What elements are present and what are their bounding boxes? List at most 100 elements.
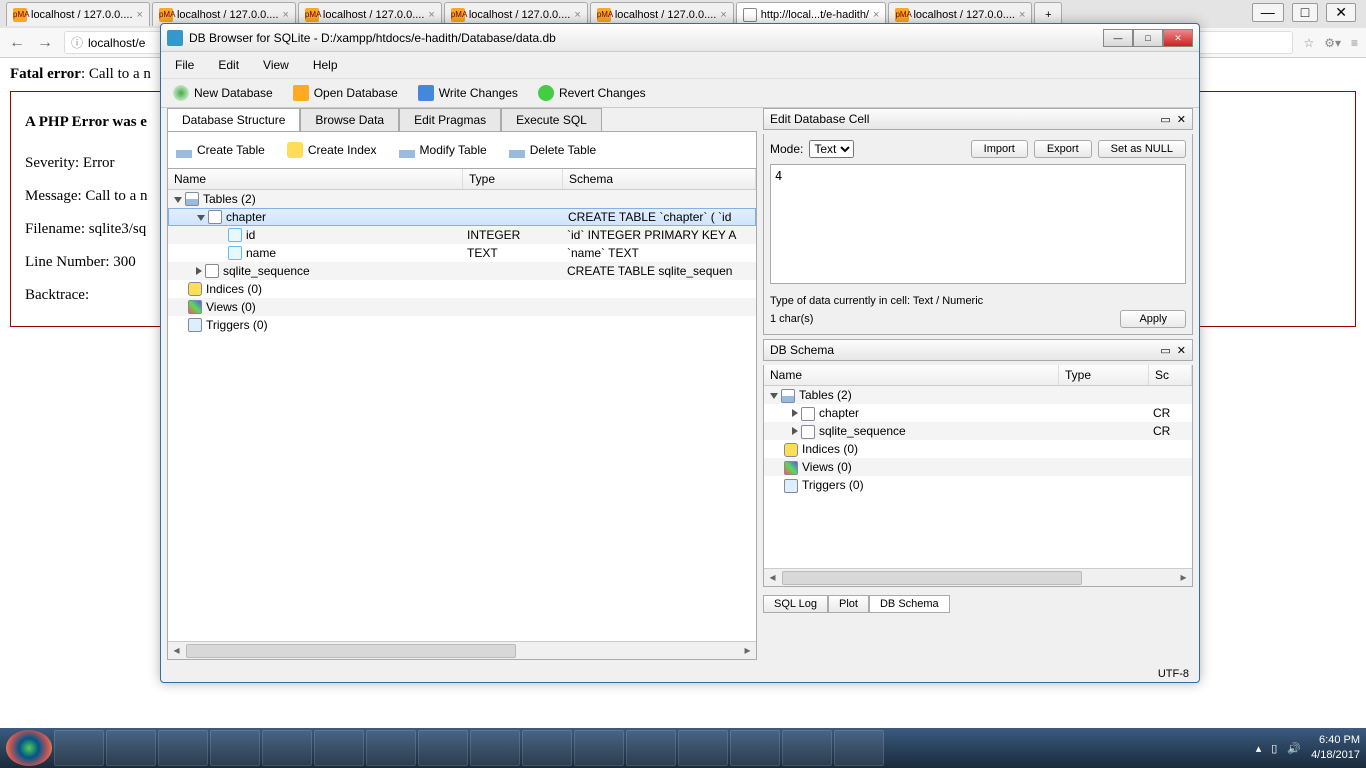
tab-db-schema[interactable]: DB Schema — [869, 595, 950, 613]
task-github[interactable] — [158, 730, 208, 766]
task-win[interactable] — [626, 730, 676, 766]
tray-network-icon[interactable]: ▯ — [1271, 742, 1277, 755]
revert-changes-button[interactable]: Revert Changes — [538, 85, 646, 101]
horizontal-scrollbar[interactable]: ◂ ▸ — [168, 641, 756, 659]
detach-icon[interactable]: ▭ — [1160, 344, 1170, 357]
task-mysql[interactable] — [470, 730, 520, 766]
schema-views[interactable]: Views (0) — [764, 458, 1192, 476]
tree-chapter[interactable]: chapter CREATE TABLE `chapter` ( `id — [168, 208, 756, 226]
new-database-button[interactable]: New Database — [173, 85, 273, 101]
tree-sqlite-sequence[interactable]: sqlite_sequence CREATE TABLE sqlite_sequ… — [168, 262, 756, 280]
tray-volume-icon[interactable]: 🔊 — [1287, 742, 1301, 755]
close-icon[interactable]: × — [873, 9, 879, 21]
forward-button[interactable]: → — [36, 34, 54, 52]
close-icon[interactable]: ✕ — [1326, 3, 1356, 22]
schema-scrollbar[interactable]: ◂ ▸ — [764, 568, 1192, 586]
scroll-right-icon[interactable]: ▸ — [1175, 569, 1192, 586]
column-schema[interactable]: Schema — [563, 169, 756, 189]
minimize-icon[interactable]: — — [1252, 3, 1284, 22]
scroll-right-icon[interactable]: ▸ — [739, 642, 756, 659]
close-icon[interactable]: × — [282, 9, 288, 21]
schema-indices[interactable]: Indices (0) — [764, 440, 1192, 458]
tree-indices[interactable]: Indices (0) — [168, 280, 756, 298]
menu-edit[interactable]: Edit — [214, 56, 243, 74]
chevron-right-icon[interactable] — [792, 409, 798, 417]
tab-sql-log[interactable]: SQL Log — [763, 595, 828, 613]
tab-database-structure[interactable]: Database Structure — [167, 108, 300, 131]
menu-icon[interactable]: ≡ — [1351, 36, 1358, 50]
apply-button[interactable]: Apply — [1120, 310, 1186, 328]
scrollbar-thumb[interactable] — [186, 644, 516, 658]
tray-up-icon[interactable]: ▴ — [1256, 742, 1262, 755]
task-xampp[interactable] — [314, 730, 364, 766]
create-index-button[interactable]: Create Index — [287, 142, 377, 158]
close-icon[interactable]: × — [720, 9, 726, 21]
task-excel[interactable] — [522, 730, 572, 766]
minimize-button[interactable]: — — [1103, 29, 1133, 47]
close-icon[interactable]: × — [1019, 9, 1025, 21]
scroll-left-icon[interactable]: ◂ — [168, 642, 185, 659]
task-notes[interactable] — [366, 730, 416, 766]
schema-sqlite-sequence[interactable]: sqlite_sequence CR — [764, 422, 1192, 440]
open-database-button[interactable]: Open Database — [293, 85, 398, 101]
task-firefox[interactable] — [210, 730, 260, 766]
create-table-button[interactable]: Create Table — [176, 142, 265, 158]
chevron-down-icon[interactable] — [174, 197, 182, 203]
task-terminal[interactable] — [730, 730, 780, 766]
tree-tables[interactable]: Tables (2) — [168, 190, 756, 208]
chevron-down-icon[interactable] — [197, 215, 205, 221]
cell-value-input[interactable] — [770, 164, 1186, 284]
schema-chapter[interactable]: chapter CR — [764, 404, 1192, 422]
close-icon[interactable]: × — [574, 9, 580, 21]
tree-column-name[interactable]: name TEXT `name` TEXT — [168, 244, 756, 262]
close-panel-icon[interactable]: ✕ — [1177, 113, 1186, 126]
task-winrar[interactable] — [574, 730, 624, 766]
tree-column-id[interactable]: id INTEGER `id` INTEGER PRIMARY KEY A — [168, 226, 756, 244]
schema-triggers[interactable]: Triggers (0) — [764, 476, 1192, 494]
column-name[interactable]: Name — [168, 169, 463, 189]
import-button[interactable]: Import — [971, 140, 1028, 158]
task-dbbrowser[interactable] — [782, 730, 832, 766]
menu-file[interactable]: File — [171, 56, 198, 74]
chevron-right-icon[interactable] — [196, 267, 202, 275]
menu-help[interactable]: Help — [309, 56, 342, 74]
menu-view[interactable]: View — [259, 56, 293, 74]
maximize-icon[interactable]: □ — [1292, 3, 1318, 22]
task-sway[interactable] — [262, 730, 312, 766]
task-cmd[interactable] — [678, 730, 728, 766]
close-icon[interactable]: × — [137, 9, 143, 21]
settings-icon[interactable]: ⚙▾ — [1324, 36, 1341, 50]
scroll-left-icon[interactable]: ◂ — [764, 569, 781, 586]
schema-col-name[interactable]: Name — [764, 365, 1059, 385]
task-explorer[interactable] — [54, 730, 104, 766]
task-chrome[interactable] — [106, 730, 156, 766]
tab-edit-pragmas[interactable]: Edit Pragmas — [399, 108, 501, 131]
start-button[interactable] — [6, 730, 52, 766]
export-button[interactable]: Export — [1034, 140, 1092, 158]
detach-icon[interactable]: ▭ — [1160, 113, 1170, 126]
tree-views[interactable]: Views (0) — [168, 298, 756, 316]
set-null-button[interactable]: Set as NULL — [1098, 140, 1186, 158]
close-button[interactable]: ✕ — [1163, 29, 1193, 47]
column-type[interactable]: Type — [463, 169, 563, 189]
tab-execute-sql[interactable]: Execute SQL — [501, 108, 602, 131]
modify-table-button[interactable]: Modify Table — [399, 142, 487, 158]
close-panel-icon[interactable]: ✕ — [1177, 344, 1186, 357]
clock[interactable]: 6:40 PM 4/18/2017 — [1311, 733, 1360, 764]
close-icon[interactable]: × — [428, 9, 434, 21]
schema-col-type[interactable]: Type — [1059, 365, 1149, 385]
bookmark-icon[interactable]: ☆ — [1303, 36, 1314, 50]
maximize-button[interactable]: □ — [1133, 29, 1163, 47]
schema-col-schema[interactable]: Sc — [1149, 365, 1192, 385]
task-notepad[interactable] — [834, 730, 884, 766]
delete-table-button[interactable]: Delete Table — [509, 142, 597, 158]
tab-plot[interactable]: Plot — [828, 595, 869, 613]
chevron-right-icon[interactable] — [792, 427, 798, 435]
title-bar[interactable]: DB Browser for SQLite - D:/xampp/htdocs/… — [161, 24, 1199, 52]
scrollbar-thumb[interactable] — [782, 571, 1082, 585]
chevron-down-icon[interactable] — [770, 393, 778, 399]
back-button[interactable]: ← — [8, 34, 26, 52]
tree-triggers[interactable]: Triggers (0) — [168, 316, 756, 334]
mode-select[interactable]: Text — [809, 140, 854, 158]
task-sublime[interactable] — [418, 730, 468, 766]
